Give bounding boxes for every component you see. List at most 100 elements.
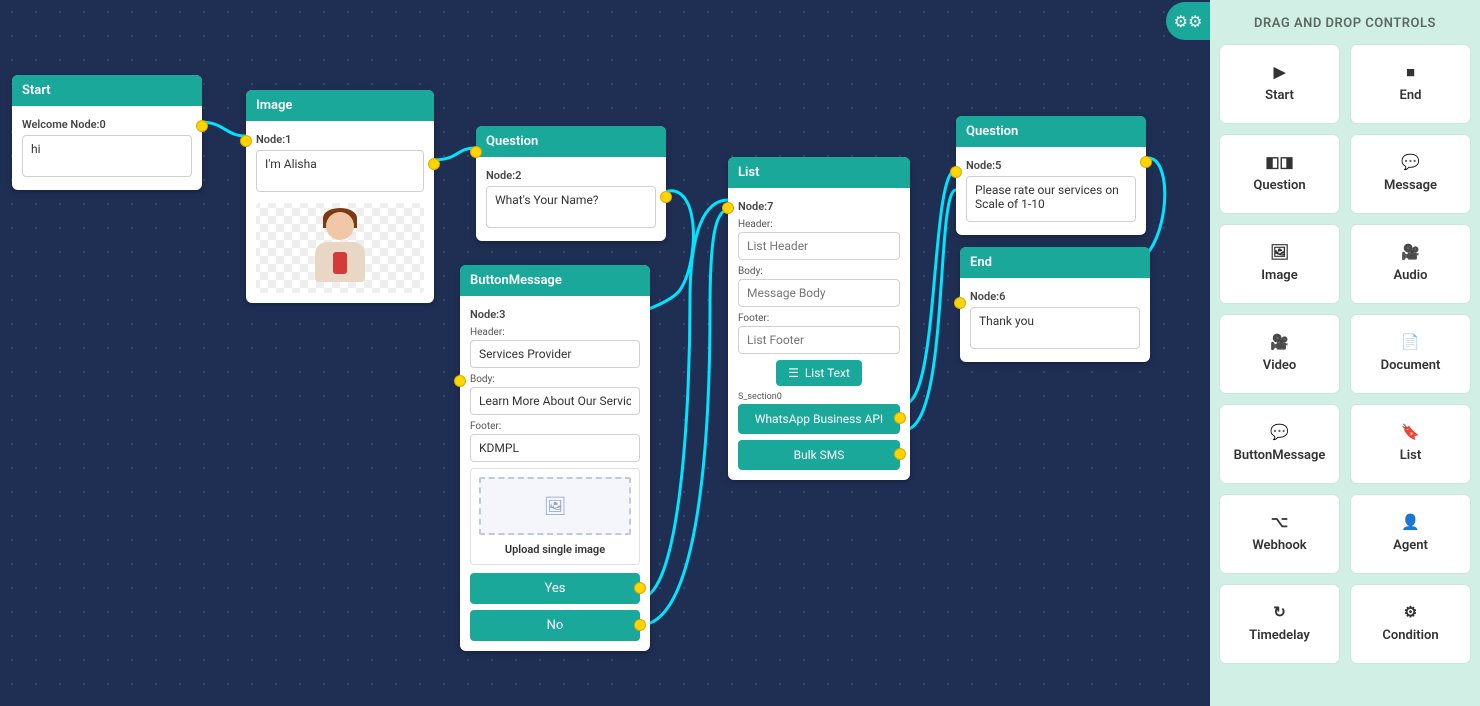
list-icon: 🔖 bbox=[1401, 425, 1420, 440]
input-port[interactable] bbox=[950, 166, 962, 178]
question-icon: ◧◨ bbox=[1265, 155, 1293, 170]
node-id-label: Node:7 bbox=[738, 200, 900, 213]
audio-icon: 🎥 bbox=[1401, 245, 1420, 260]
output-port[interactable] bbox=[1140, 156, 1152, 168]
timedelay-icon: ↻ bbox=[1273, 605, 1286, 620]
control-audio[interactable]: 🎥 Audio bbox=[1351, 225, 1470, 303]
node-list[interactable]: List Node:7 Header: Body: Footer: ☰ List… bbox=[728, 157, 910, 480]
node-id-label: Node:5 bbox=[966, 159, 1136, 172]
controls-sidebar: DRAG AND DROP CONTROLS ▶Start■End ◧◨ Quest… bbox=[1210, 0, 1480, 706]
control-label: ButtonMessage bbox=[1234, 448, 1326, 463]
input-port[interactable] bbox=[240, 135, 252, 147]
control-video[interactable]: 🎥 Video bbox=[1220, 315, 1339, 393]
control-condition[interactable]: ⚙ Condition bbox=[1351, 585, 1470, 663]
control-start[interactable]: ▶Start bbox=[1220, 45, 1339, 123]
control-label: Video bbox=[1263, 358, 1297, 373]
list-option-whatsapp[interactable]: WhatsApp Business API bbox=[738, 404, 900, 434]
end-icon: ■ bbox=[1406, 65, 1415, 80]
control-list[interactable]: 🔖 List bbox=[1351, 405, 1470, 483]
gears-icon: ⚙⚙ bbox=[1174, 12, 1203, 31]
node-id-label: Node:1 bbox=[256, 133, 424, 146]
output-port-yes[interactable] bbox=[634, 582, 646, 594]
node-title: Start bbox=[12, 75, 202, 106]
node-start[interactable]: Start Welcome Node:0 bbox=[12, 75, 202, 190]
option-no-button[interactable]: No bbox=[470, 610, 640, 641]
node-title: Question bbox=[956, 116, 1146, 147]
image-preview[interactable] bbox=[256, 203, 424, 293]
node-id-label: Node:3 bbox=[470, 308, 640, 321]
footer-label: Footer: bbox=[738, 313, 900, 324]
input-port[interactable] bbox=[722, 202, 734, 214]
header-label: Header: bbox=[470, 327, 640, 338]
end-message-input[interactable] bbox=[970, 307, 1140, 349]
image-upload-area[interactable]: 🖼 Upload single image bbox=[470, 468, 640, 565]
node-title: End bbox=[960, 247, 1150, 278]
output-port[interactable] bbox=[428, 158, 440, 170]
body-input[interactable] bbox=[470, 387, 640, 415]
video-icon: 🎥 bbox=[1270, 335, 1289, 350]
header-label: Header: bbox=[738, 219, 900, 230]
control-label: List bbox=[1400, 448, 1421, 463]
input-port[interactable] bbox=[470, 146, 482, 158]
input-port[interactable] bbox=[954, 297, 966, 309]
node-title: List bbox=[728, 157, 910, 188]
condition-icon: ⚙ bbox=[1404, 605, 1417, 620]
list-header-input[interactable] bbox=[738, 232, 900, 260]
output-port-opt1[interactable] bbox=[894, 412, 906, 424]
node-question-1[interactable]: Question Node:2 bbox=[476, 126, 666, 241]
control-message[interactable]: 💬Message bbox=[1351, 135, 1470, 213]
control-document[interactable]: 📄 Document bbox=[1351, 315, 1470, 393]
list-footer-input[interactable] bbox=[738, 326, 900, 354]
body-label: Body: bbox=[470, 374, 640, 385]
document-icon: 📄 bbox=[1401, 335, 1420, 350]
flow-canvas[interactable]: ⚙⚙ Start Welcome Node:0 Image Node:1 Que… bbox=[0, 0, 1210, 706]
control-question[interactable]: ◧◨ Question bbox=[1220, 135, 1339, 213]
node-buttonmessage[interactable]: ButtonMessage Node:3 Header: Body: Foote… bbox=[460, 265, 650, 651]
node-end[interactable]: End Node:6 bbox=[960, 247, 1150, 362]
webhook-icon: ⌥ bbox=[1271, 515, 1288, 530]
node-image[interactable]: Image Node:1 bbox=[246, 90, 434, 303]
option-yes-button[interactable]: Yes bbox=[470, 573, 640, 604]
question-text-input[interactable] bbox=[486, 186, 656, 228]
list-option-bulksms[interactable]: Bulk SMS bbox=[738, 440, 900, 470]
control-label: Webhook bbox=[1252, 538, 1306, 553]
footer-label: Footer: bbox=[470, 421, 640, 432]
list-body-input[interactable] bbox=[738, 279, 900, 307]
control-label: Start bbox=[1265, 88, 1294, 103]
control-buttonmessage[interactable]: 💬 ButtonMessage bbox=[1220, 405, 1339, 483]
image-caption-input[interactable] bbox=[256, 150, 424, 192]
control-image[interactable]: 🖼Image bbox=[1220, 225, 1339, 303]
list-text-button[interactable]: ☰ List Text bbox=[776, 360, 862, 386]
footer-input[interactable] bbox=[470, 434, 640, 462]
person-illustration bbox=[305, 208, 375, 288]
control-label: Document bbox=[1381, 358, 1441, 373]
header-input[interactable] bbox=[470, 340, 640, 368]
output-port-no[interactable] bbox=[634, 619, 646, 631]
sidebar-title: DRAG AND DROP CONTROLS bbox=[1220, 0, 1470, 45]
control-label: Question bbox=[1253, 178, 1305, 193]
control-end[interactable]: ■End bbox=[1351, 45, 1470, 123]
canvas-settings-button[interactable]: ⚙⚙ bbox=[1166, 2, 1210, 40]
question-text-input[interactable] bbox=[966, 176, 1136, 222]
control-timedelay[interactable]: ↻ Timedelay bbox=[1220, 585, 1339, 663]
start-message-input[interactable] bbox=[22, 135, 192, 177]
list-icon: ☰ bbox=[788, 366, 799, 380]
control-webhook[interactable]: ⌥ Webhook bbox=[1220, 495, 1339, 573]
section-label: S_section0 bbox=[738, 392, 900, 402]
control-label: Timedelay bbox=[1249, 628, 1310, 643]
buttonmessage-icon: 💬 bbox=[1270, 425, 1289, 440]
control-label: Audio bbox=[1394, 268, 1428, 283]
node-id-label: Node:2 bbox=[486, 169, 656, 182]
node-question-2[interactable]: Question Node:5 bbox=[956, 116, 1146, 235]
agent-icon: 👤 bbox=[1401, 515, 1420, 530]
control-label: Condition bbox=[1382, 628, 1438, 643]
image-placeholder-icon: 🖼 bbox=[544, 496, 567, 517]
body-label: Body: bbox=[738, 266, 900, 277]
control-label: Message bbox=[1384, 178, 1437, 193]
node-title: ButtonMessage bbox=[460, 265, 650, 296]
output-port[interactable] bbox=[196, 120, 208, 132]
control-agent[interactable]: 👤Agent bbox=[1351, 495, 1470, 573]
input-port[interactable] bbox=[454, 375, 466, 387]
output-port[interactable] bbox=[660, 191, 672, 203]
output-port-opt2[interactable] bbox=[894, 448, 906, 460]
